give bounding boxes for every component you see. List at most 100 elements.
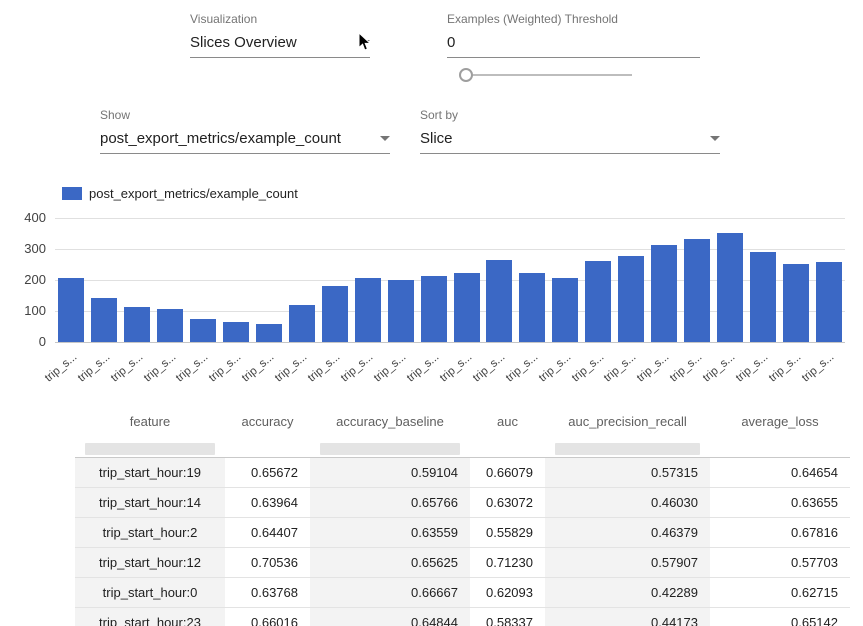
bar-slot: trip_s... <box>121 218 154 342</box>
visualization-select[interactable]: Slices Overview <box>190 34 370 58</box>
bar[interactable] <box>421 276 447 342</box>
x-axis-tick-label: trip_s... <box>75 351 112 384</box>
show-selected-value: post_export_metrics/example_count <box>100 130 341 147</box>
bar[interactable] <box>355 278 381 342</box>
metric-cell: 0.57907 <box>545 548 710 578</box>
table-row[interactable]: trip_start_hour:00.637680.666670.620930.… <box>75 578 850 608</box>
x-axis-tick-label: trip_s... <box>207 351 244 384</box>
x-axis-tick-label: trip_s... <box>306 351 343 384</box>
column-header[interactable]: average_loss <box>710 403 850 440</box>
bar-slot: trip_s... <box>483 218 516 342</box>
metric-cell: 0.65672 <box>225 458 310 488</box>
metric-cell: 0.71230 <box>470 548 545 578</box>
metrics-table: featureaccuracyaccuracy_baselineaucauc_p… <box>75 403 850 626</box>
metric-cell: 0.46379 <box>545 518 710 548</box>
bar[interactable] <box>157 309 183 342</box>
bar[interactable] <box>552 278 578 342</box>
sort-by-control: Sort by Slice <box>420 108 720 154</box>
bar[interactable] <box>124 307 150 342</box>
bar[interactable] <box>190 319 216 342</box>
bar[interactable] <box>91 298 117 342</box>
x-axis-tick-label: trip_s... <box>438 351 475 384</box>
bar[interactable] <box>58 278 84 342</box>
slider-thumb[interactable] <box>459 68 473 82</box>
table-row[interactable]: trip_start_hour:230.660160.648440.583370… <box>75 608 850 626</box>
x-axis-tick-label: trip_s... <box>536 351 573 384</box>
metric-cell: 0.62715 <box>710 578 850 608</box>
bar-slot: trip_s... <box>384 218 417 342</box>
gridline <box>55 342 845 343</box>
metric-cell: 0.44173 <box>545 608 710 626</box>
show-select[interactable]: post_export_metrics/example_count <box>100 130 390 154</box>
column-header[interactable]: auc <box>470 403 545 440</box>
metric-cell: 0.59104 <box>310 458 470 488</box>
x-axis-tick-label: trip_s... <box>43 351 80 384</box>
threshold-input[interactable]: 0 <box>447 34 700 58</box>
bar[interactable] <box>519 273 545 342</box>
chevron-down-icon[interactable] <box>380 136 390 141</box>
y-axis-tick-label: 100 <box>0 303 46 319</box>
metric-cell: 0.63964 <box>225 488 310 518</box>
plot-area: trip_s...trip_s...trip_s...trip_s...trip… <box>55 218 845 342</box>
metric-cell: 0.65766 <box>310 488 470 518</box>
threshold-value: 0 <box>447 34 455 51</box>
y-axis-tick-label: 0 <box>0 334 46 350</box>
table-row[interactable]: trip_start_hour:120.705360.656250.712300… <box>75 548 850 578</box>
bar-slot: trip_s... <box>713 218 746 342</box>
metric-cell: 0.66079 <box>470 458 545 488</box>
feature-cell: trip_start_hour:19 <box>75 458 225 488</box>
column-filter-box[interactable] <box>555 443 700 455</box>
bar[interactable] <box>750 252 776 342</box>
metric-cell: 0.64654 <box>710 458 850 488</box>
feature-cell: trip_start_hour:12 <box>75 548 225 578</box>
table-row[interactable]: trip_start_hour:140.639640.657660.630720… <box>75 488 850 518</box>
bar-slot: trip_s... <box>681 218 714 342</box>
x-axis-tick-label: trip_s... <box>734 351 771 384</box>
column-header[interactable]: accuracy <box>225 403 310 440</box>
table-filter-row <box>75 440 850 458</box>
bar-slot: trip_s... <box>88 218 121 342</box>
column-header[interactable]: accuracy_baseline <box>310 403 470 440</box>
bar[interactable] <box>454 273 480 342</box>
metric-cell: 0.70536 <box>225 548 310 578</box>
metric-cell: 0.63768 <box>225 578 310 608</box>
metric-cell: 0.63072 <box>470 488 545 518</box>
metric-cell: 0.57315 <box>545 458 710 488</box>
bar[interactable] <box>783 264 809 342</box>
y-axis-tick-label: 300 <box>0 241 46 257</box>
bar[interactable] <box>256 324 282 342</box>
column-header[interactable]: feature <box>75 403 225 440</box>
bar[interactable] <box>618 256 644 342</box>
bar[interactable] <box>289 305 315 343</box>
bar-slot: trip_s... <box>285 218 318 342</box>
bar[interactable] <box>651 245 677 342</box>
x-axis-tick-label: trip_s... <box>767 351 804 384</box>
table-row[interactable]: trip_start_hour:20.644070.635590.558290.… <box>75 518 850 548</box>
bar-slot: trip_s... <box>351 218 384 342</box>
bar[interactable] <box>717 233 743 342</box>
bar[interactable] <box>585 261 611 342</box>
column-header[interactable]: auc_precision_recall <box>545 403 710 440</box>
bar[interactable] <box>816 262 842 342</box>
metric-cell: 0.58337 <box>470 608 545 626</box>
threshold-slider[interactable] <box>460 74 632 76</box>
bar[interactable] <box>684 239 710 342</box>
visualization-selected-value: Slices Overview <box>190 34 297 51</box>
metric-cell: 0.65142 <box>710 608 850 626</box>
threshold-label: Examples (Weighted) Threshold <box>447 12 700 26</box>
metric-cell: 0.57703 <box>710 548 850 578</box>
column-filter-box[interactable] <box>85 443 215 455</box>
bar[interactable] <box>223 322 249 342</box>
metrics-table-region: featureaccuracyaccuracy_baselineaucauc_p… <box>75 403 850 626</box>
bar-slot: trip_s... <box>154 218 187 342</box>
x-axis-tick-label: trip_s... <box>108 351 145 384</box>
bar[interactable] <box>388 280 414 342</box>
filter-cell <box>710 440 850 458</box>
table-row[interactable]: trip_start_hour:190.656720.591040.660790… <box>75 458 850 488</box>
bar[interactable] <box>486 260 512 342</box>
x-axis-tick-label: trip_s... <box>141 351 178 384</box>
column-filter-box[interactable] <box>320 443 460 455</box>
chevron-down-icon[interactable] <box>710 136 720 141</box>
bar[interactable] <box>322 286 348 342</box>
sort-by-select[interactable]: Slice <box>420 130 720 154</box>
